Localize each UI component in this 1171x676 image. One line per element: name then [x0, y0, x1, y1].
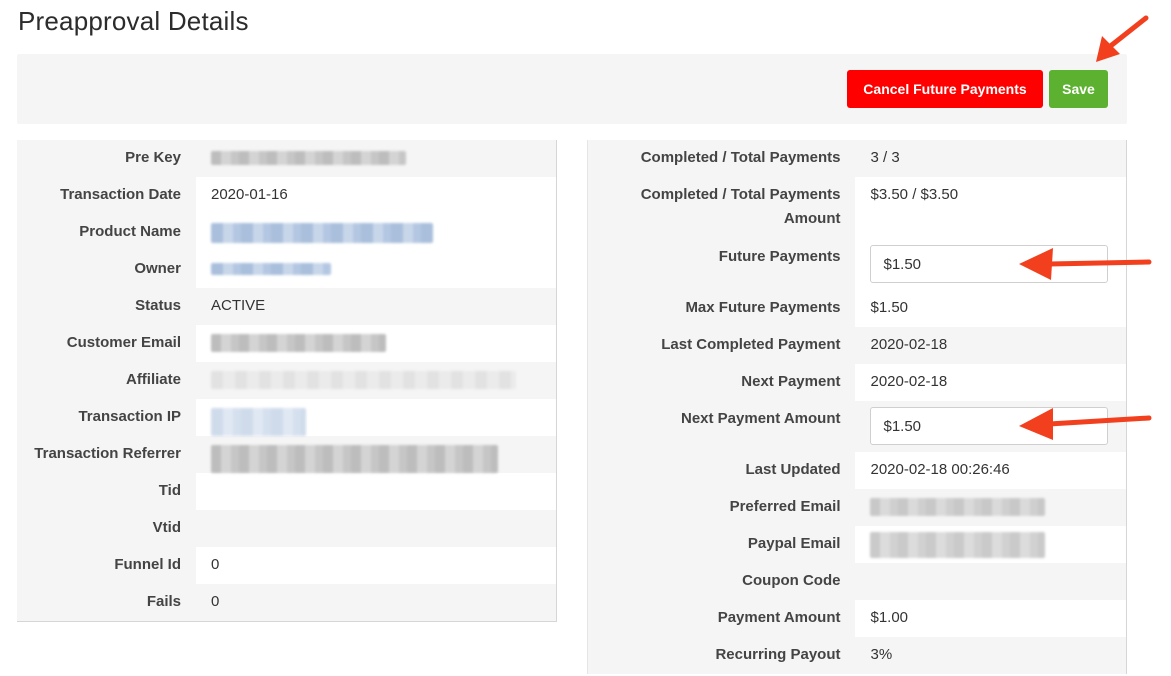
- row-transaction-ip: Transaction IP: [17, 399, 556, 436]
- row-paypal-email: Paypal Email: [588, 526, 1126, 563]
- redacted-paypal-email: [870, 532, 1046, 558]
- row-coupon-code: Coupon Code: [588, 563, 1126, 600]
- owner-value: [196, 251, 556, 288]
- recurring-payout-value: 3%: [855, 637, 1126, 674]
- status-label: Status: [17, 288, 196, 325]
- coupon-code-value: [855, 563, 1126, 600]
- coupon-code-label: Coupon Code: [588, 563, 856, 600]
- customer-email-value: [196, 325, 556, 362]
- row-preferred-email: Preferred Email: [588, 489, 1126, 526]
- row-next-payment: Next Payment 2020-02-18: [588, 364, 1126, 401]
- product-name-label: Product Name: [17, 214, 196, 251]
- row-owner: Owner: [17, 251, 556, 288]
- row-tid: Tid: [17, 473, 556, 510]
- tid-value: [196, 473, 556, 510]
- row-transaction-date: Transaction Date 2020-01-16: [17, 177, 556, 214]
- completed-total-amount-label-line2: Amount: [783, 210, 841, 227]
- last-updated-value: 2020-02-18 00:26:46: [855, 452, 1126, 489]
- row-completed-total-payments: Completed / Total Payments 3 / 3: [588, 140, 1126, 177]
- row-recurring-payout: Recurring Payout 3%: [588, 637, 1126, 674]
- funnel-id-label: Funnel Id: [17, 547, 196, 584]
- row-customer-email: Customer Email: [17, 325, 556, 362]
- row-affiliate: Affiliate: [17, 362, 556, 399]
- redacted-transaction-ip: [211, 408, 306, 436]
- redacted-affiliate: [211, 371, 516, 390]
- redacted-preferred-email: [870, 498, 1046, 517]
- future-payments-label: Future Payments: [588, 239, 856, 290]
- completed-total-amount-value: $3.50 / $3.50: [855, 177, 1126, 239]
- pre-key-label: Pre Key: [17, 140, 196, 177]
- completed-total-value: 3 / 3: [855, 140, 1126, 177]
- preferred-email-value: [855, 489, 1126, 526]
- last-completed-payment-value: 2020-02-18: [855, 327, 1126, 364]
- red-arrow-icon: [1019, 248, 1152, 280]
- vtid-label: Vtid: [17, 510, 196, 547]
- payment-amount-label: Payment Amount: [588, 600, 856, 637]
- row-product-name: Product Name: [17, 214, 556, 251]
- product-name-value: [196, 214, 556, 251]
- action-toolbar: Cancel Future Payments Save: [17, 54, 1127, 124]
- row-vtid: Vtid: [17, 510, 556, 547]
- row-funnel-id: Funnel Id 0: [17, 547, 556, 584]
- paypal-email-label: Paypal Email: [588, 526, 856, 563]
- last-updated-label: Last Updated: [588, 452, 856, 489]
- status-value: ACTIVE: [196, 288, 556, 325]
- recurring-payout-label: Recurring Payout: [588, 637, 856, 674]
- customer-email-label: Customer Email: [17, 325, 196, 362]
- transaction-referrer-value: [196, 436, 556, 473]
- row-pre-key: Pre Key: [17, 140, 556, 177]
- redacted-customer-email: [211, 334, 386, 353]
- completed-total-amount-label-line1: Completed / Total Payments: [640, 186, 841, 203]
- completed-total-label: Completed / Total Payments: [588, 140, 856, 177]
- red-arrow-icon: [1019, 408, 1152, 440]
- page-title: Preapproval Details: [18, 6, 249, 36]
- redacted-product-name[interactable]: [211, 223, 433, 243]
- transaction-date-value: 2020-01-16: [196, 177, 556, 214]
- funnel-id-value: 0: [196, 547, 556, 584]
- row-last-updated: Last Updated 2020-02-18 00:26:46: [588, 452, 1126, 489]
- redacted-transaction-referrer: [211, 445, 498, 473]
- payment-amount-value: $1.00: [855, 600, 1126, 637]
- transaction-ip-label: Transaction IP: [17, 399, 196, 436]
- cancel-future-payments-button[interactable]: Cancel Future Payments: [847, 70, 1043, 108]
- row-completed-total-amount: Completed / Total Payments Amount $3.50 …: [588, 177, 1126, 239]
- max-future-payments-label: Max Future Payments: [588, 290, 856, 327]
- fails-label: Fails: [17, 584, 196, 621]
- transaction-referrer-label: Transaction Referrer: [17, 436, 196, 473]
- completed-total-amount-label: Completed / Total Payments Amount: [588, 177, 856, 239]
- preferred-email-label: Preferred Email: [588, 489, 856, 526]
- pre-key-value: [196, 140, 556, 177]
- redacted-owner[interactable]: [211, 263, 331, 276]
- last-completed-payment-label: Last Completed Payment: [588, 327, 856, 364]
- row-max-future-payments: Max Future Payments $1.50: [588, 290, 1126, 327]
- vtid-value: [196, 510, 556, 547]
- next-payment-label: Next Payment: [588, 364, 856, 401]
- row-payment-amount: Payment Amount $1.00: [588, 600, 1126, 637]
- save-button[interactable]: Save: [1049, 70, 1108, 108]
- next-payment-value: 2020-02-18: [855, 364, 1126, 401]
- affiliate-label: Affiliate: [17, 362, 196, 399]
- transaction-ip-value: [196, 399, 556, 436]
- redacted-pre-key: [211, 151, 406, 166]
- affiliate-value: [196, 362, 556, 399]
- tid-label: Tid: [17, 473, 196, 510]
- fails-value: 0: [196, 584, 556, 621]
- row-transaction-referrer: Transaction Referrer: [17, 436, 556, 473]
- transaction-date-label: Transaction Date: [17, 177, 196, 214]
- row-last-completed-payment: Last Completed Payment 2020-02-18: [588, 327, 1126, 364]
- details-left-panel: Pre Key Transaction Date 2020-01-16 Prod…: [17, 140, 557, 622]
- row-fails: Fails 0: [17, 584, 556, 621]
- owner-label: Owner: [17, 251, 196, 288]
- max-future-payments-value: $1.50: [855, 290, 1126, 327]
- row-status: Status ACTIVE: [17, 288, 556, 325]
- paypal-email-value: [855, 526, 1126, 563]
- next-payment-amount-label: Next Payment Amount: [588, 401, 856, 452]
- red-arrow-icon: [1096, 15, 1149, 62]
